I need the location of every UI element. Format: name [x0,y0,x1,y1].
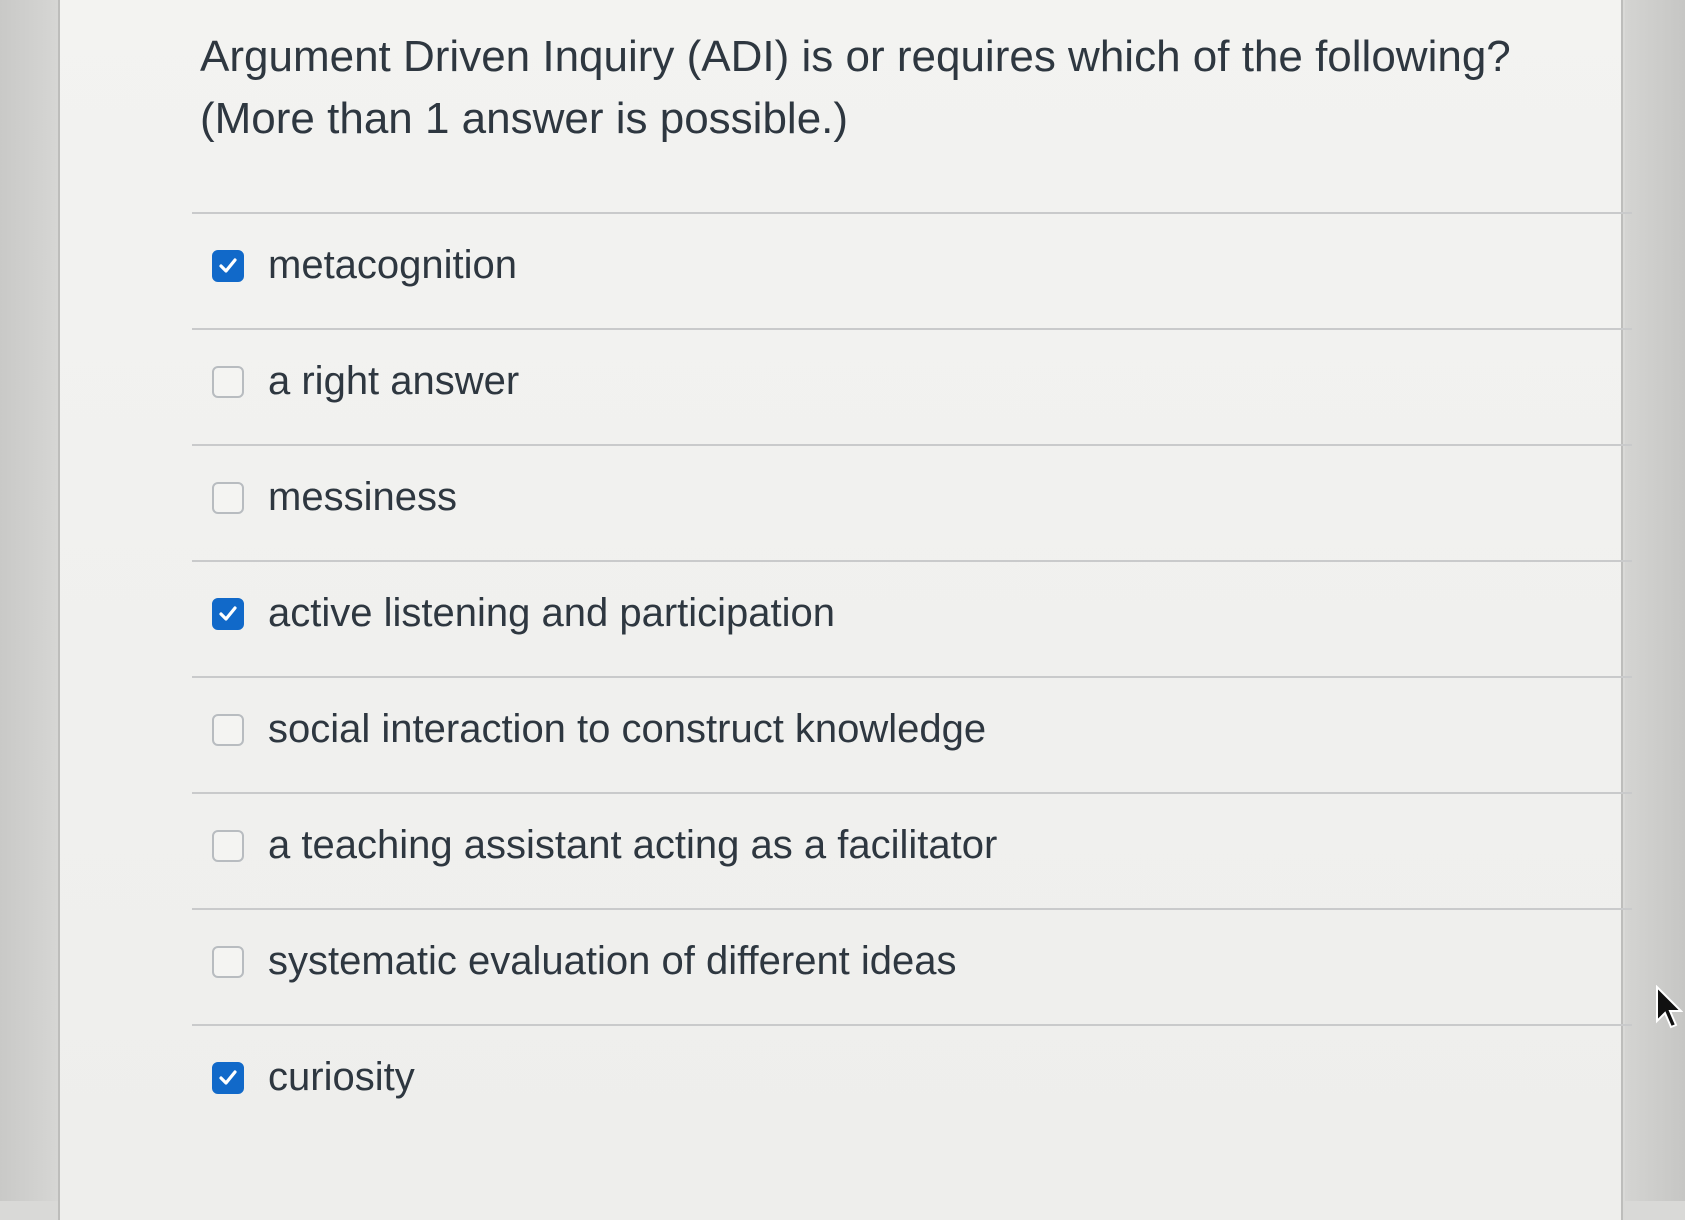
answer-label[interactable]: metacognition [268,240,517,290]
answer-checkbox[interactable] [212,598,244,630]
answer-option[interactable]: social interaction to construct knowledg… [192,676,1632,792]
answer-label[interactable]: curiosity [268,1052,415,1102]
checkmark-icon [219,606,237,621]
answer-option[interactable]: systematic evaluation of different ideas [192,908,1632,1024]
background-left-edge [0,0,58,1201]
answer-checkbox[interactable] [212,830,244,862]
checkmark-icon [219,258,237,273]
answer-label[interactable]: social interaction to construct knowledg… [268,704,986,754]
question-card: Argument Driven Inquiry (ADI) is or requ… [58,0,1632,1220]
answer-option[interactable]: a right answer [192,328,1632,444]
answer-label[interactable]: messiness [268,472,457,522]
answer-option[interactable]: messiness [192,444,1632,560]
answer-option[interactable]: active listening and participation [192,560,1632,676]
question-text: Argument Driven Inquiry (ADI) is or requ… [200,32,1511,143]
answer-label[interactable]: systematic evaluation of different ideas [268,936,957,986]
answer-checkbox[interactable] [212,250,244,282]
answer-checkbox[interactable] [212,366,244,398]
answer-label[interactable]: active listening and participation [268,588,835,638]
answer-option[interactable]: curiosity [192,1024,1632,1140]
answer-option[interactable]: a teaching assistant acting as a facilit… [192,792,1632,908]
mouse-pointer-icon [1656,985,1683,1029]
answer-label[interactable]: a right answer [268,356,519,406]
answer-checkbox[interactable] [212,482,244,514]
answer-option[interactable]: metacognition [192,212,1632,328]
answer-label[interactable]: a teaching assistant acting as a facilit… [268,820,997,870]
answer-checkbox[interactable] [212,946,244,978]
checkmark-icon [219,1070,237,1085]
answer-checkbox[interactable] [212,714,244,746]
answer-list: metacognition a right answer messiness a… [192,212,1632,1140]
answer-checkbox[interactable] [212,1062,244,1094]
